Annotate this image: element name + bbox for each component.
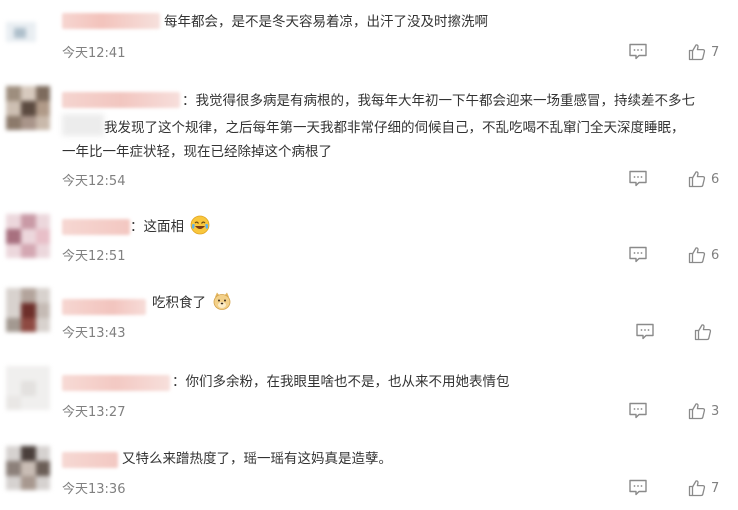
like-button[interactable]: 7 <box>688 478 719 498</box>
comment-time: 今天13:36 <box>62 482 126 497</box>
username-blurred[interactable] <box>62 452 118 468</box>
comment-item: ：这面相 今天12:51 6 <box>0 200 738 270</box>
comment-text: 又特么来蹭热度了，瑶一瑶有这妈真是造孽。 <box>122 451 392 467</box>
comment-text-line-3: 一年比一年症状轻，现在已经除掉这个病根了 <box>62 144 332 160</box>
username-blurred[interactable] <box>62 92 180 108</box>
comment-text-label: 吃积食了 <box>152 295 206 311</box>
like-count: 3 <box>711 403 720 419</box>
avatar[interactable] <box>6 8 36 42</box>
comment-time: 今天13:27 <box>62 405 126 420</box>
avatar[interactable] <box>6 86 50 130</box>
like-button[interactable]: 7 <box>688 42 719 62</box>
reply-button[interactable] <box>628 170 648 188</box>
like-count: 7 <box>711 480 720 496</box>
comment-text-line-2: 我发现了这个规律，之后每年第一天我都非常仔细的伺候自己，不乱吃喝不乱窜门全天深度… <box>104 120 685 136</box>
username-blurred[interactable] <box>62 299 146 315</box>
comment-item: 吃积食了 今天13:43 <box>0 280 738 350</box>
like-button[interactable]: 6 <box>688 245 719 265</box>
comment-icon <box>628 479 648 497</box>
comment-text: ：这面相 <box>130 214 728 241</box>
comment-icon <box>628 43 648 61</box>
thumbs-up-icon <box>688 43 706 61</box>
like-button[interactable]: 3 <box>688 401 719 421</box>
thumbs-up-icon <box>688 402 706 420</box>
comment-icon <box>628 170 648 188</box>
comment-time: 今天13:43 <box>62 326 126 341</box>
username-blurred[interactable] <box>62 219 130 235</box>
avatar[interactable] <box>6 366 50 410</box>
comment-text-line-1: 我觉得很多病是有病根的，我每年大年初一下午都会迎来一场重感冒，持续差不多七 <box>195 93 696 109</box>
comment-icon <box>628 402 648 420</box>
laughing-crying-emoji <box>190 215 210 235</box>
comment-item: 每年都会，是不是冬天容易着凉，出汗了没及时擦洗啊 今天12:41 7 <box>0 0 738 70</box>
comment-text: 吃积食了 <box>152 290 728 317</box>
comment-item: ：我觉得很多病是有病根的，我每年大年初一下午都会迎来一场重感冒，持续差不多七 我… <box>0 78 738 189</box>
comment-time: 今天12:54 <box>62 174 126 189</box>
like-count: 7 <box>711 44 720 60</box>
comment-time: 今天12:51 <box>62 249 126 264</box>
comment-prefix: ： <box>182 93 196 109</box>
thumbs-up-icon <box>688 170 706 188</box>
username-blurred[interactable] <box>62 375 170 391</box>
reply-button[interactable] <box>628 402 648 420</box>
thumbs-up-icon <box>688 246 706 264</box>
comment-icon <box>628 246 648 264</box>
blurred-region <box>62 114 104 136</box>
reply-button[interactable] <box>628 479 648 497</box>
comment-text: 每年都会，是不是冬天容易着凉，出汗了没及时擦洗啊 <box>164 14 488 30</box>
comment-icon <box>635 323 655 341</box>
avatar[interactable] <box>6 288 50 332</box>
comment-text: ：你们多余粉，在我眼里啥也不是，也从来不用她表情包 <box>172 374 510 390</box>
doge-emoji <box>213 292 231 310</box>
like-count: 6 <box>711 247 720 263</box>
reply-button[interactable] <box>635 323 655 341</box>
comment-item: ：你们多余粉，在我眼里啥也不是，也从来不用她表情包 今天13:27 3 <box>0 358 738 430</box>
avatar[interactable] <box>6 214 50 258</box>
reply-button[interactable] <box>628 43 648 61</box>
thumbs-up-icon <box>688 479 706 497</box>
reply-button[interactable] <box>628 246 648 264</box>
comment-text-line: ：我觉得很多病是有病根的，我每年大年初一下午都会迎来一场重感冒，持续差不多七 <box>182 88 728 115</box>
comment-time: 今天12:41 <box>62 46 126 61</box>
comment-text-label: ：这面相 <box>130 219 184 235</box>
comment-item: 又特么来蹭热度了，瑶一瑶有这妈真是造孽。 今天13:36 7 <box>0 438 738 510</box>
username-blurred[interactable] <box>62 13 160 29</box>
avatar[interactable] <box>6 446 50 490</box>
thumbs-up-icon <box>694 323 712 341</box>
like-button[interactable]: 6 <box>688 169 719 189</box>
like-button[interactable] <box>694 322 717 342</box>
like-count: 6 <box>711 171 720 187</box>
